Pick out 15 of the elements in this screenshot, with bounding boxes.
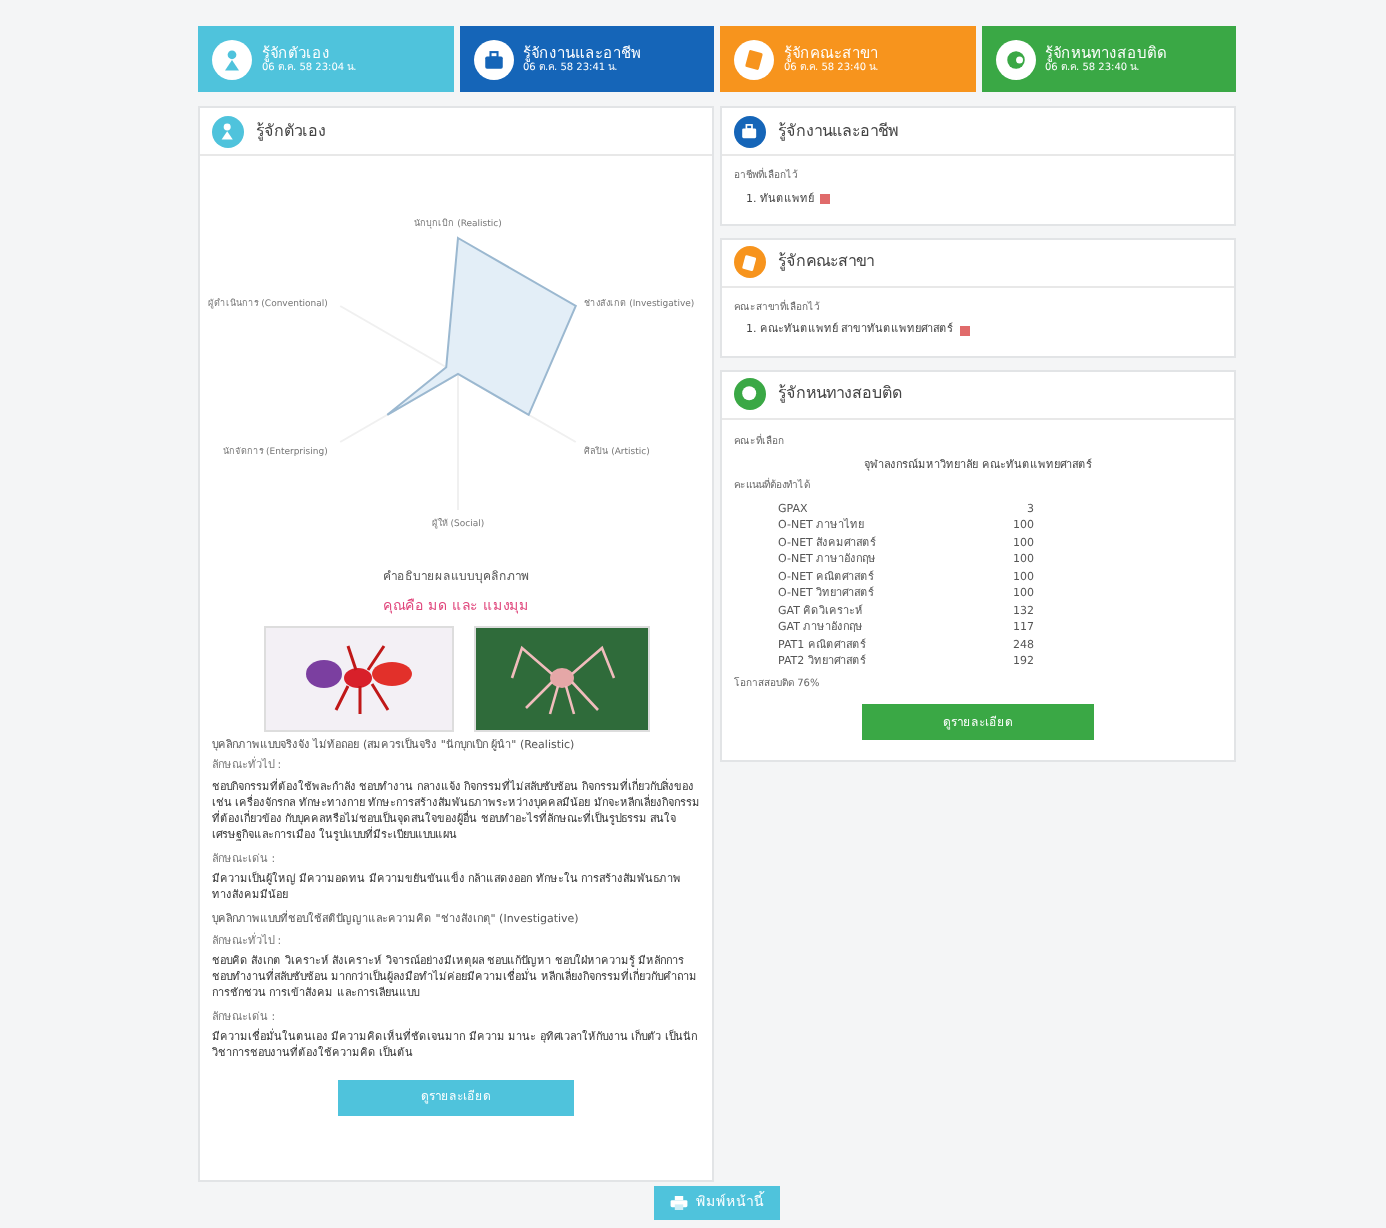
- book-icon: [734, 39, 774, 79]
- book-icon: [734, 246, 766, 279]
- briefcase-icon: [473, 39, 513, 79]
- panel-title: รู้จักคณะสาขา: [778, 250, 874, 275]
- target-icon: [995, 39, 1035, 79]
- briefcase-icon: [734, 115, 766, 147]
- panel-title: รู้จักตัวเอง: [256, 119, 326, 143]
- panel-title: รู้จักงานและอาชีพ: [778, 119, 898, 143]
- target-icon: [734, 378, 766, 410]
- person-icon: [212, 39, 252, 79]
- print-icon: [670, 1196, 688, 1210]
- delete-icon[interactable]: [820, 194, 830, 205]
- person-icon: [212, 115, 244, 147]
- panel-title: รู้จักหนทางสอบติด: [778, 382, 902, 406]
- delete-icon[interactable]: [959, 325, 970, 336]
